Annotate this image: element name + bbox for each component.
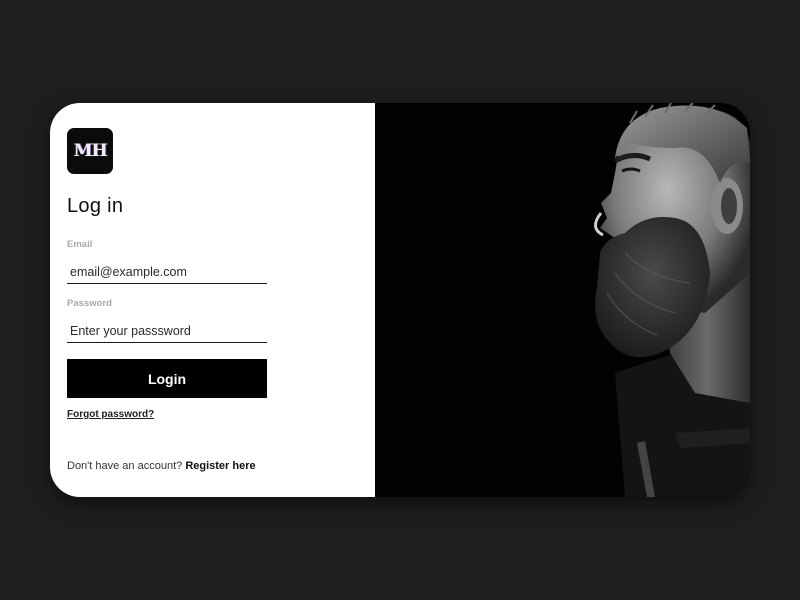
page-title: Log in [67, 195, 124, 217]
login-card: MH Log in Email Password Login Forgot pa… [50, 103, 750, 497]
login-panel: MH Log in Email Password Login Forgot pa… [50, 103, 375, 497]
logo-text: MH [73, 141, 108, 161]
email-label: Email [67, 239, 93, 250]
register-link[interactable]: Register here [185, 460, 255, 472]
password-label: Password [67, 298, 112, 309]
hero-image-panel [375, 103, 750, 497]
hero-portrait-image [375, 103, 750, 497]
password-field[interactable] [67, 319, 267, 343]
brand-logo: MH [67, 128, 113, 174]
email-field[interactable] [67, 260, 267, 284]
login-button[interactable]: Login [67, 359, 267, 398]
forgot-password-link[interactable]: Forgot password? [67, 409, 154, 420]
register-prompt-text: Don't have an account? [67, 460, 183, 472]
register-prompt-line: Don't have an account? Register here [67, 460, 256, 472]
